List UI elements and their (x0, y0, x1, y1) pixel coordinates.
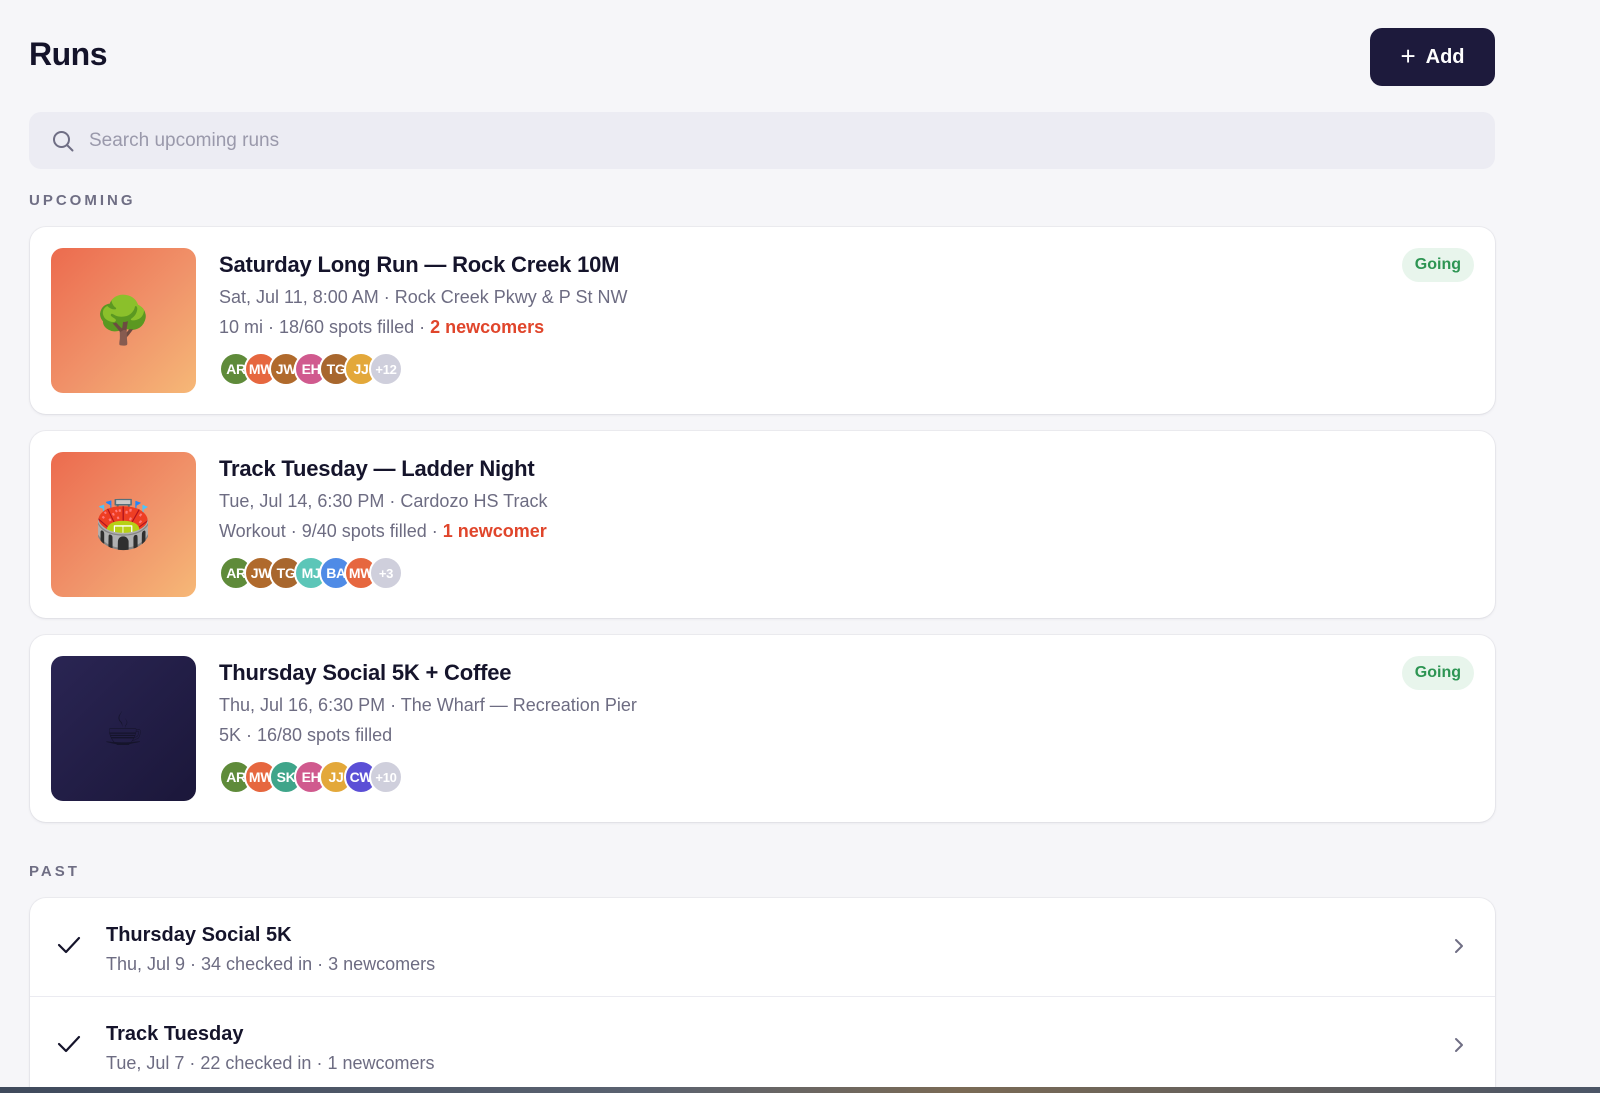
section-label-upcoming: UPCOMING (29, 192, 136, 209)
past-run-row[interactable]: Track Tuesday Tue, Jul 7 · 22 checked in… (30, 996, 1495, 1093)
run-datetime-location: Thu, Jul 16, 6:30 PM · The Wharf — Recre… (219, 695, 637, 715)
attendee-avatars[interactable]: AR MW JW EH TG JJ +12 (219, 352, 403, 386)
run-stats: 10 mi · 18/60 spots filled · 2 newcomers (219, 317, 544, 338)
more-attendees-count: +3 (369, 556, 403, 590)
past-runs-list: Thursday Social 5K Thu, Jul 9 · 34 check… (30, 898, 1495, 1093)
page-title: Runs (29, 36, 108, 72)
past-run-meta: Tue, Jul 7 · 22 checked in · 1 newcomers (106, 1053, 435, 1073)
going-badge: Going (1401, 248, 1474, 282)
run-title: Track Tuesday — Ladder Night (219, 456, 535, 481)
chevron-right-icon[interactable] (1451, 1033, 1467, 1057)
more-attendees-count: +12 (369, 352, 403, 386)
stadium-icon: 🏟️ (94, 498, 153, 550)
run-thumbnail: ☕ (51, 656, 196, 801)
run-distance-spots: 5K · 16/80 spots filled (219, 725, 393, 745)
add-run-button[interactable]: + Add (1370, 28, 1495, 86)
past-run-title: Track Tuesday (106, 1023, 244, 1045)
search-icon (53, 130, 74, 151)
past-run-meta: Thu, Jul 9 · 34 checked in · 3 newcomers (106, 954, 436, 974)
run-datetime-location: Tue, Jul 14, 6:30 PM · Cardozo HS Track (219, 491, 548, 511)
add-button-label: Add (1425, 45, 1465, 68)
check-icon (57, 936, 81, 954)
window-bottom-edge (0, 1087, 1600, 1093)
page-header: Runs + Add (29, 0, 1495, 112)
search-bar[interactable] (29, 112, 1495, 169)
check-icon (57, 1035, 81, 1053)
run-title: Thursday Social 5K + Coffee (219, 660, 512, 685)
coffee-icon: ☕ (102, 702, 145, 755)
run-stats: Workout · 9/40 spots filled · 1 newcomer (219, 521, 547, 542)
past-run-title: Thursday Social 5K (106, 924, 292, 946)
run-card[interactable]: ☕ Thursday Social 5K + Coffee Thu, Jul 1… (30, 635, 1495, 822)
stats-separator: · (426, 521, 443, 541)
run-card[interactable]: 🌳 Saturday Long Run — Rock Creek 10M Sat… (30, 227, 1495, 414)
run-distance-spots: 10 mi · 18/60 spots filled (219, 317, 415, 337)
more-attendees-count: +10 (369, 760, 403, 794)
run-card[interactable]: 🏟️ Track Tuesday — Ladder Night Tue, Jul… (30, 431, 1495, 618)
section-label-past: PAST (29, 863, 80, 880)
run-title: Saturday Long Run — Rock Creek 10M (219, 252, 620, 277)
search-input[interactable] (89, 129, 1389, 152)
stats-separator: · (414, 317, 431, 337)
past-run-row[interactable]: Thursday Social 5K Thu, Jul 9 · 34 check… (30, 898, 1495, 996)
attendee-avatars[interactable]: AR JW TG MJ BA MW +3 (219, 556, 403, 590)
chevron-right-icon[interactable] (1451, 934, 1467, 958)
plus-icon: + (1400, 41, 1416, 71)
run-stats: 5K · 16/80 spots filled (219, 725, 392, 746)
attendee-avatars[interactable]: AR MW SK EH JJ CW +10 (219, 760, 403, 794)
run-distance-spots: Workout · 9/40 spots filled (219, 521, 427, 541)
run-thumbnail: 🌳 (51, 248, 196, 393)
run-thumbnail: 🏟️ (51, 452, 196, 597)
run-datetime-location: Sat, Jul 11, 8:00 AM · Rock Creek Pkwy &… (219, 287, 628, 307)
newcomers-count: 1 newcomer (442, 521, 547, 541)
tree-icon: 🌳 (94, 294, 153, 346)
going-badge: Going (1401, 656, 1474, 690)
newcomers-count: 2 newcomers (430, 317, 545, 337)
runs-page: Runs + Add UPCOMING 🌳 Saturday Long Run … (29, 0, 1495, 1093)
